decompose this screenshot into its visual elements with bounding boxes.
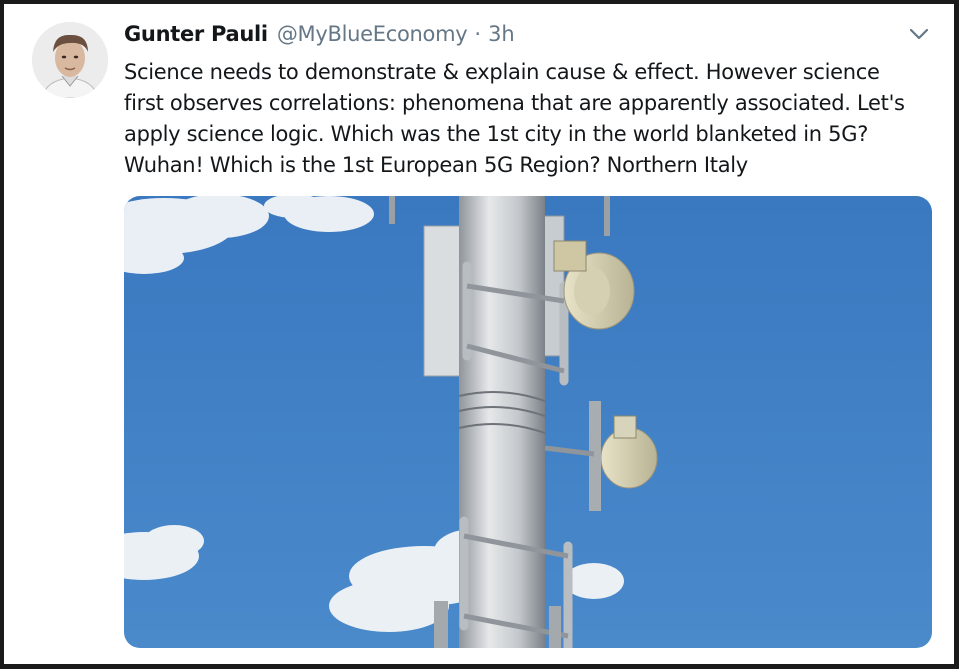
tweet-timestamp[interactable]: 3h [488,22,515,46]
tweet-header: Gunter Pauli @MyBlueEconomy · 3h [124,22,515,52]
tweet-text-line: Science needs to demonstrate & explain c… [124,60,880,84]
cell-tower-photo [124,196,932,648]
author-name[interactable]: Gunter Pauli [124,22,268,46]
chevron-down-icon[interactable] [906,24,932,44]
avatar-portrait-icon [32,22,108,98]
author-handle[interactable]: @MyBlueEconomy [277,22,468,46]
tweet-text-line: Wuhan! Which is the 1st European 5G Regi… [124,153,748,177]
tweet-text: Science needs to demonstrate & explain c… [124,57,934,181]
tweet-media-image[interactable] [124,196,932,648]
separator-dot: · [474,22,482,46]
tweet-text-line: first observes correlations: phenomena t… [124,91,905,115]
tweet-text-line: apply science logic. Which was the 1st c… [124,122,869,146]
avatar[interactable] [32,22,108,98]
tweet-card: Gunter Pauli @MyBlueEconomy · 3h Science… [4,4,954,664]
